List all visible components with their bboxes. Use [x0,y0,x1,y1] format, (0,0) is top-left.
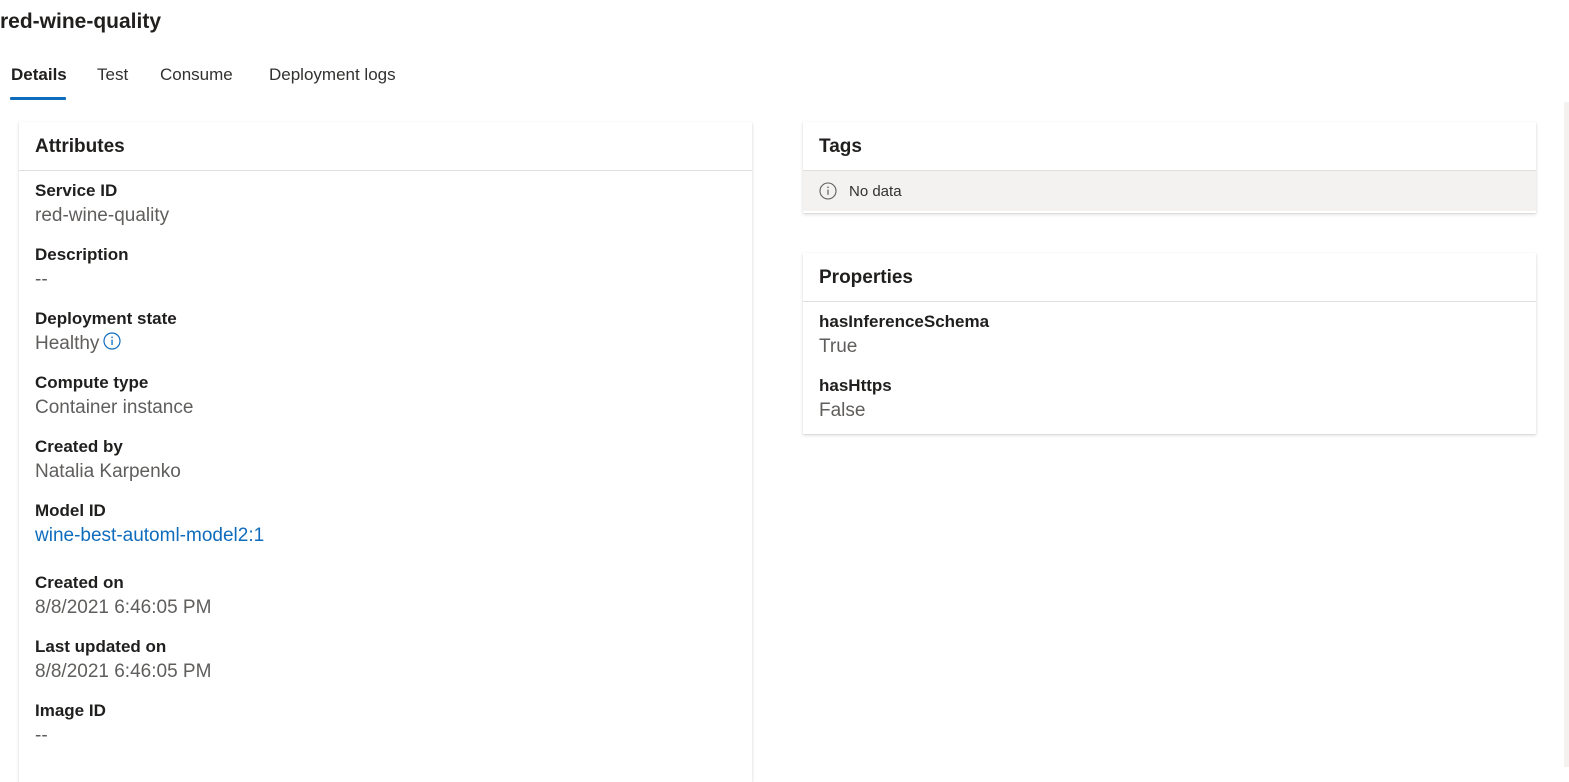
tags-card: Tags No data [803,122,1536,213]
prop-has-inference-schema: hasInferenceSchema True [819,310,1520,360]
attr-value: -- [35,269,48,290]
attributes-header: Attributes [19,122,752,171]
tab-test[interactable]: Test [97,60,128,100]
attr-service-id: Service ID red-wine-quality [35,179,736,229]
attr-created-on: Created on 8/8/2021 6:46:05 PM [35,571,736,621]
no-data-text: No data [849,182,902,200]
properties-card: Properties hasInferenceSchema True hasHt… [803,253,1536,434]
attr-label: Model ID [35,501,106,520]
attr-last-updated-on: Last updated on 8/8/2021 6:46:05 PM [35,635,736,685]
tab-consume[interactable]: Consume [160,60,233,100]
attr-label: Deployment state [35,309,177,328]
tab-bar: Details Test Consume Deployment logs [0,60,1569,102]
attr-label: hasHttps [819,376,892,395]
attr-value: True [819,336,858,357]
attr-label: Description [35,245,129,264]
attr-label: hasInferenceSchema [819,312,990,331]
attr-compute-type: Compute type Container instance [35,371,736,421]
attributes-card: Attributes Service ID red-wine-quality D… [19,122,752,782]
attr-value: False [819,400,866,421]
page-title: red-wine-quality [0,10,162,33]
attr-label: Created on [35,573,124,592]
active-tab-indicator [10,97,66,100]
attr-value: Natalia Karpenko [35,461,181,482]
attr-label: Compute type [35,373,149,392]
attr-created-by: Created by Natalia Karpenko [35,435,736,485]
model-id-link[interactable]: wine-best-automl-model2:1 [35,522,736,549]
attr-model-id: Model ID wine-best-automl-model2:1 [35,499,736,549]
attr-image-id: Image ID -- [35,699,736,749]
attr-label: Image ID [35,701,106,720]
attr-deployment-state: Deployment state Healthy [35,307,736,357]
attr-value: Healthy [35,333,100,354]
prop-has-https: hasHttps False [819,374,1520,424]
scrollbar-track[interactable] [1564,102,1569,767]
attr-label: Last updated on [35,637,167,656]
attr-value: -- [35,725,48,746]
tags-header: Tags [803,122,1536,171]
attr-value: Container instance [35,397,194,418]
info-icon[interactable] [103,331,122,350]
attr-value: 8/8/2021 6:46:05 PM [35,597,212,618]
attr-value: red-wine-quality [35,205,170,226]
attr-label: Created by [35,437,123,456]
attr-label: Service ID [35,181,118,200]
tab-details[interactable]: Details [11,60,67,100]
deployment-state-value-row: Healthy [35,330,736,357]
tab-deployment-logs[interactable]: Deployment logs [269,60,396,100]
tags-empty-state: No data [803,171,1536,211]
properties-header: Properties [803,253,1536,302]
info-icon [819,182,837,200]
attr-value: 8/8/2021 6:46:05 PM [35,661,212,682]
attr-description: Description -- [35,243,736,293]
